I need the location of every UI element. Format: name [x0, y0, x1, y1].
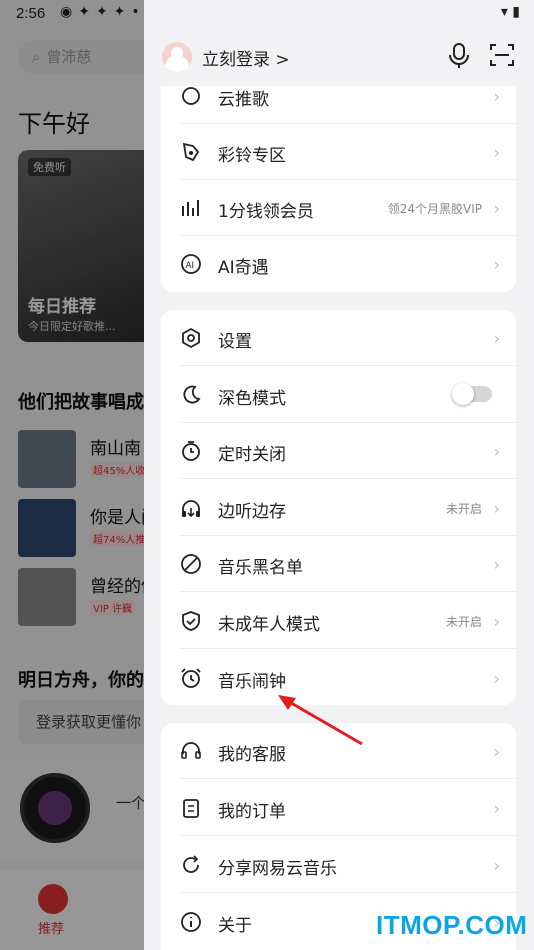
menu-item-listen-save[interactable]: 边听边存 未开启 › — [161, 480, 516, 536]
order-icon — [183, 799, 199, 818]
headphone-download-icon — [182, 500, 200, 518]
menu-label: AI奇遇 — [218, 258, 269, 278]
avatar[interactable] — [162, 42, 192, 72]
ringtone-icon — [182, 142, 200, 162]
cloud-song-icon — [182, 87, 200, 105]
vip-bars-icon — [182, 200, 199, 216]
chevron-right-icon: › — [493, 799, 500, 818]
toggle-knob — [452, 383, 474, 405]
chevron-right-icon: › — [493, 442, 500, 461]
menu-item-ai[interactable]: AI AI奇遇 › — [161, 236, 516, 292]
menu-label: 关于 — [218, 916, 252, 936]
chevron-right-icon: › — [493, 143, 500, 162]
menu-label: 分享网易云音乐 — [218, 859, 337, 879]
divider — [179, 365, 516, 366]
chevron-right-icon: › — [493, 499, 500, 518]
side-drawer: ▾ ▮ 立刻登录 > 云推歌 › 彩铃专区 › 1分钱领会员 领24个月黑胶VI… — [144, 0, 534, 950]
menu-item-orders[interactable]: 我的订单 › — [161, 780, 516, 836]
menu-label: 定时关闭 — [218, 445, 286, 465]
menu-note: 未开启 — [445, 615, 482, 629]
menu-item-blacklist[interactable]: 音乐黑名单 › — [161, 536, 516, 592]
svg-text:AI: AI — [186, 260, 195, 270]
chevron-right-icon: › — [493, 742, 500, 761]
login-button[interactable]: 立刻登录 > — [202, 45, 290, 70]
microphone-icon[interactable] — [447, 42, 471, 70]
menu-item-vip[interactable]: 1分钱领会员 领24个月黑胶VIP › — [161, 180, 516, 236]
menu-item-ringtone[interactable]: 彩铃专区 › — [161, 124, 516, 180]
menu-note: 未开启 — [445, 502, 482, 516]
chevron-right-icon: › — [493, 555, 500, 574]
shield-check-icon — [182, 611, 200, 631]
menu-label: 未成年人模式 — [218, 615, 320, 635]
menu-label: 音乐黑名单 — [218, 558, 303, 578]
ai-icon: AI — [181, 254, 201, 274]
share-icon — [183, 855, 199, 873]
divider — [179, 648, 516, 649]
menu-group-settings: 设置 › 深色模式 定时关闭 › 边听边存 未开启 › 音乐黑名单 › 未成年人… — [161, 310, 516, 705]
block-icon — [181, 554, 201, 574]
chevron-right-icon: › — [493, 255, 500, 274]
chevron-right-icon: › — [493, 87, 500, 106]
alarm-clock-icon — [181, 668, 201, 688]
menu-label: 设置 — [218, 332, 252, 352]
info-icon — [181, 912, 201, 932]
menu-item-sleep-timer[interactable]: 定时关闭 › — [161, 423, 516, 479]
menu-label: 深色模式 — [218, 389, 286, 409]
watermark: ITMOP.COM — [376, 910, 528, 940]
divider — [179, 835, 516, 836]
menu-label: 云推歌 — [218, 90, 269, 110]
menu-note: 领24个月黑胶VIP — [387, 202, 482, 216]
menu-label: 边听边存 — [218, 502, 286, 522]
menu-item-share[interactable]: 分享网易云音乐 › — [161, 837, 516, 893]
menu-label: 彩铃专区 — [218, 146, 286, 166]
divider — [179, 478, 516, 479]
wifi-battery-icons: ▾ ▮ — [500, 4, 520, 20]
hexagon-settings-icon — [182, 327, 200, 349]
menu-item-minor-mode[interactable]: 未成年人模式 未开启 › — [161, 593, 516, 649]
chevron-right-icon: › — [493, 329, 500, 348]
chevron-right-icon: › — [493, 669, 500, 688]
drawer-status-bar: ▾ ▮ — [144, 0, 534, 28]
dark-mode-toggle[interactable] — [452, 383, 492, 405]
divider — [179, 778, 516, 779]
headset-icon — [181, 742, 201, 759]
annotation-arrow-icon — [278, 695, 363, 746]
menu-group-services: 云推歌 › 彩铃专区 › 1分钱领会员 领24个月黑胶VIP › AI AI奇遇… — [161, 66, 516, 292]
chevron-right-icon: › — [493, 856, 500, 875]
drawer-header: 立刻登录 > — [144, 28, 534, 86]
menu-label: 音乐闹钟 — [218, 672, 286, 692]
timer-icon — [182, 441, 200, 461]
scan-icon[interactable] — [489, 42, 515, 68]
divider — [179, 591, 516, 592]
chevron-right-icon: › — [493, 199, 500, 218]
chevron-right-icon: › — [493, 612, 500, 631]
menu-label: 我的订单 — [218, 802, 286, 822]
menu-label: 1分钱领会员 — [218, 202, 314, 222]
divider — [179, 892, 516, 893]
menu-item-dark-mode[interactable]: 深色模式 — [161, 367, 516, 423]
moon-icon — [183, 385, 201, 404]
menu-item-settings[interactable]: 设置 › — [161, 310, 516, 366]
